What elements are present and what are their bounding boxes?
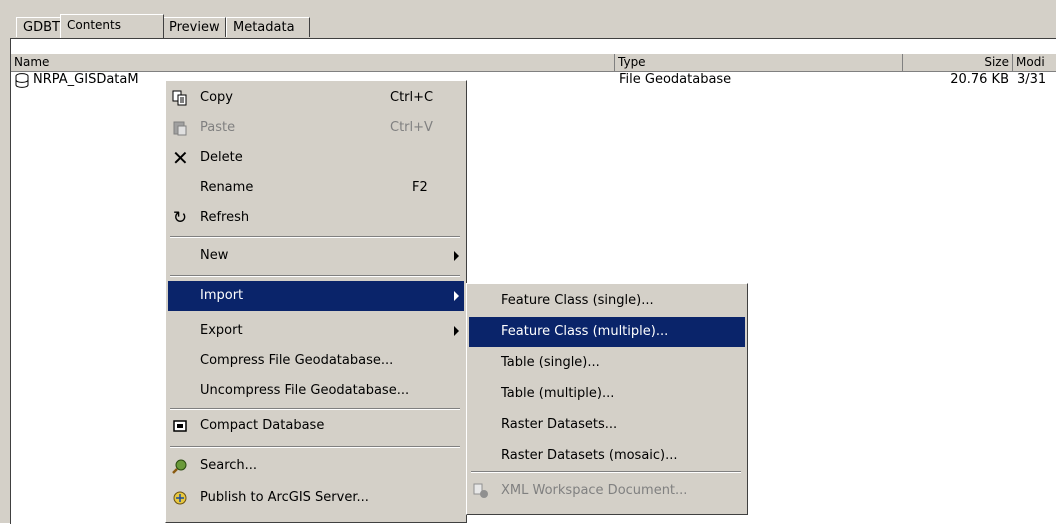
menu-separator (170, 446, 460, 448)
menu-item-export[interactable]: Export (168, 316, 464, 346)
menu-item-search[interactable]: Search... (168, 451, 464, 481)
submenu-item-raster-datasets[interactable]: Raster Datasets... (469, 410, 745, 440)
tab-contents[interactable]: Contents (60, 14, 164, 38)
refresh-icon: ↻ (172, 208, 188, 228)
submenu-arrow-icon (454, 251, 459, 261)
publish-icon (172, 490, 188, 506)
window-top-band (0, 0, 1056, 12)
menu-item-publish[interactable]: Publish to ArcGIS Server... (168, 483, 464, 513)
row-size: 20.76 KB (950, 72, 1009, 87)
menu-item-label: Paste (200, 120, 236, 135)
menu-item-compress[interactable]: Compress File Geodatabase... (168, 346, 464, 376)
menu-item-label: Feature Class (single)... (501, 293, 654, 308)
menu-item-label: Copy (200, 90, 233, 105)
submenu-arrow-icon (454, 291, 459, 301)
column-header-name[interactable]: Name (11, 54, 615, 71)
import-submenu: Feature Class (single)... Feature Class … (466, 283, 748, 515)
menu-item-import[interactable]: Import (168, 281, 464, 311)
menu-item-label: Raster Datasets... (501, 417, 618, 432)
menu-item-label: Rename (200, 180, 254, 195)
menu-item-label: Uncompress File Geodatabase... (200, 383, 410, 398)
menu-item-label: Compress File Geodatabase... (200, 353, 394, 368)
submenu-item-table-multiple[interactable]: Table (multiple)... (469, 379, 745, 409)
menu-separator (170, 236, 460, 238)
compact-database-icon (172, 418, 188, 434)
menu-item-compact-database[interactable]: Compact Database (168, 411, 464, 441)
tab-preview[interactable]: Preview (162, 17, 226, 37)
menu-item-shortcut: Ctrl+V (390, 120, 433, 135)
paste-icon (172, 120, 188, 136)
xml-workspace-icon (473, 483, 489, 499)
column-header-row: Name Type Size Modi (11, 54, 1056, 72)
submenu-item-feature-class-single[interactable]: Feature Class (single)... (469, 286, 745, 316)
menu-item-refresh[interactable]: ↻ Refresh (168, 203, 464, 233)
tab-metadata[interactable]: Metadata (226, 17, 310, 37)
row-modified: 3/31 (1017, 72, 1047, 87)
submenu-item-raster-datasets-mosaic[interactable]: Raster Datasets (mosaic)... (469, 441, 745, 471)
menu-separator (170, 275, 460, 277)
context-menu: Copy Ctrl+C Paste Ctrl+V ✕ Delete Rename… (165, 80, 467, 523)
menu-item-delete[interactable]: ✕ Delete (168, 143, 464, 173)
submenu-item-feature-class-multiple[interactable]: Feature Class (multiple)... (469, 317, 745, 347)
menu-item-rename[interactable]: Rename F2 (168, 173, 464, 203)
column-header-type[interactable]: Type (615, 54, 903, 71)
row-type: File Geodatabase (619, 72, 732, 87)
search-icon (172, 458, 188, 474)
delete-icon: ✕ (172, 146, 189, 170)
menu-item-label: Table (multiple)... (501, 386, 615, 401)
menu-item-label: Raster Datasets (mosaic)... (501, 448, 678, 463)
menu-item-label: Delete (200, 150, 243, 165)
tab-gdbt[interactable]: GDBT (16, 17, 62, 37)
menu-item-shortcut: Ctrl+C (390, 90, 434, 105)
submenu-item-xml-workspace[interactable]: XML Workspace Document... (469, 476, 745, 506)
menu-separator (170, 408, 460, 410)
menu-item-copy[interactable]: Copy Ctrl+C (168, 83, 464, 113)
menu-item-new[interactable]: New (168, 241, 464, 271)
menu-item-label: Feature Class (multiple)... (501, 324, 669, 339)
menu-item-label: Table (single)... (501, 355, 600, 370)
menu-item-label: Import (200, 288, 244, 303)
submenu-arrow-icon (454, 326, 459, 336)
tab-bar: GDBT Contents Preview Metadata (10, 12, 1056, 39)
menu-separator (471, 471, 741, 473)
menu-item-label: Search... (200, 458, 258, 473)
menu-item-paste[interactable]: Paste Ctrl+V (168, 113, 464, 143)
row-name: NRPA_GISDataM (33, 72, 139, 87)
menu-item-label: XML Workspace Document... (501, 483, 688, 498)
menu-item-shortcut: F2 (412, 180, 428, 195)
submenu-item-table-single[interactable]: Table (single)... (469, 348, 745, 378)
menu-item-label: New (200, 248, 229, 263)
column-header-size[interactable]: Size (903, 54, 1013, 71)
menu-item-uncompress[interactable]: Uncompress File Geodatabase... (168, 376, 464, 406)
geodatabase-icon (15, 73, 29, 92)
menu-item-label: Publish to ArcGIS Server... (200, 490, 369, 505)
copy-icon (172, 90, 188, 106)
menu-item-label: Compact Database (200, 418, 325, 433)
menu-item-label: Export (200, 323, 243, 338)
column-header-modified[interactable]: Modi (1013, 54, 1056, 71)
menu-item-label: Refresh (200, 210, 250, 225)
